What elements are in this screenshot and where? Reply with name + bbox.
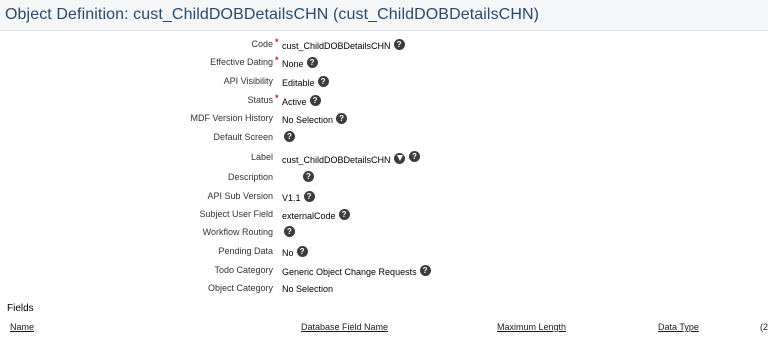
column-header-data-type[interactable]: Data Type [658, 322, 699, 332]
code-value: cust_ChildDOBDetailsCHN [282, 40, 391, 51]
todo-category-label: Todo Category [214, 265, 273, 275]
field-row-object-category: Object Category No Selection [0, 282, 768, 298]
mdf-version-history-value: No Selection [282, 114, 334, 125]
mdf-version-history-label: MDF Version History [190, 113, 273, 123]
field-row-subject-user-field: Subject User Field externalCode ? [0, 208, 768, 224]
api-visibility-value: Editable [282, 77, 315, 88]
object-category-label: Object Category [207, 283, 273, 293]
subject-user-field-label: Subject User Field [199, 209, 273, 219]
required-marker: * [275, 93, 279, 103]
question-circle-icon[interactable]: ? [284, 226, 295, 237]
field-row-api-visibility: API Visibility Editable ? [0, 75, 768, 91]
description-label: Description [227, 172, 273, 182]
question-circle-icon[interactable]: ? [284, 131, 295, 142]
column-header-truncated[interactable]: (2 [760, 322, 768, 332]
label-label: Label [250, 152, 273, 162]
question-circle-icon[interactable]: ? [309, 95, 321, 106]
question-circle-icon[interactable]: ? [306, 57, 318, 68]
field-row-workflow-routing: Workflow Routing ? [0, 226, 768, 242]
question-circle-icon[interactable]: ? [303, 191, 315, 202]
field-row-todo-category: Todo Category Generic Object Change Requ… [0, 264, 768, 280]
api-sub-version-label: API Sub Version [207, 191, 273, 201]
code-label: Code [251, 39, 273, 49]
pending-data-label: Pending Data [218, 246, 273, 256]
field-row-default-screen: Default Screen ? [0, 131, 768, 147]
subject-user-field-value: externalCode [282, 210, 336, 221]
api-sub-version-value: V1.1 [282, 192, 301, 203]
field-row-effective-dating: Effective Dating * None ? [0, 55, 768, 72]
object-category-value-group: No Selection [282, 284, 333, 294]
code-value-group: cust_ChildDOBDetailsCHN ? [282, 39, 405, 51]
subject-user-field-value-group: externalCode ? [282, 209, 350, 221]
column-header-name[interactable]: Name [10, 322, 34, 332]
required-marker: * [275, 37, 279, 47]
field-row-description: Description ? [0, 171, 768, 187]
field-row-mdf-version-history: MDF Version History No Selection ? [0, 112, 768, 128]
effective-dating-value: None [282, 58, 304, 69]
todo-category-value-group: Generic Object Change Requests ? [282, 265, 431, 277]
effective-dating-value-group: None ? [282, 57, 318, 69]
workflow-routing-label: Workflow Routing [202, 227, 273, 237]
pending-data-value-group: No ? [282, 246, 308, 258]
object-category-value: No Selection [282, 284, 334, 294]
todo-category-value: Generic Object Change Requests [282, 266, 417, 277]
question-circle-icon[interactable]: ? [336, 113, 348, 124]
fields-section-title: Fields [7, 303, 34, 314]
question-circle-icon[interactable]: ? [317, 76, 329, 87]
question-circle-icon[interactable]: ? [303, 171, 314, 182]
column-header-database-field-name[interactable]: Database Field Name [301, 322, 388, 332]
field-row-label: Label cust_ChildDOBDetailsCHN ? [0, 151, 768, 167]
question-circle-icon[interactable]: ? [296, 246, 308, 257]
api-visibility-value-group: Editable ? [282, 76, 329, 88]
status-value: Active [282, 96, 307, 107]
status-value-group: Active ? [282, 95, 321, 107]
question-circle-icon[interactable]: ? [409, 151, 420, 162]
question-circle-icon[interactable]: ? [338, 209, 350, 220]
pending-data-value: No [282, 247, 294, 258]
field-row-code: Code * cust_ChildDOBDetailsCHN ? [0, 37, 768, 54]
api-sub-version-value-group: V1.1 ? [282, 191, 315, 203]
status-label: Status [247, 95, 273, 105]
label-value: cust_ChildDOBDetailsCHN [282, 154, 391, 165]
title-bar: Object Definition: cust_ChildDOBDetailsC… [0, 0, 768, 31]
label-value-group: cust_ChildDOBDetailsCHN [282, 153, 405, 165]
field-row-pending-data: Pending Data No ? [0, 245, 768, 261]
column-header-maximum-length[interactable]: Maximum Length [497, 322, 566, 332]
page-title: Object Definition: cust_ChildDOBDetailsC… [5, 6, 540, 23]
translate-icon[interactable] [393, 153, 405, 164]
default-screen-label: Default Screen [213, 132, 273, 142]
question-circle-icon[interactable]: ? [419, 265, 431, 276]
question-circle-icon[interactable]: ? [393, 39, 405, 50]
api-visibility-label: API Visibility [223, 76, 273, 86]
mdf-version-history-value-group: No Selection ? [282, 113, 348, 125]
effective-dating-label: Effective Dating [210, 57, 273, 67]
field-row-api-sub-version: API Sub Version V1.1 ? [0, 190, 768, 206]
required-marker: * [275, 55, 279, 65]
field-row-status: Status * Active ? [0, 93, 768, 110]
